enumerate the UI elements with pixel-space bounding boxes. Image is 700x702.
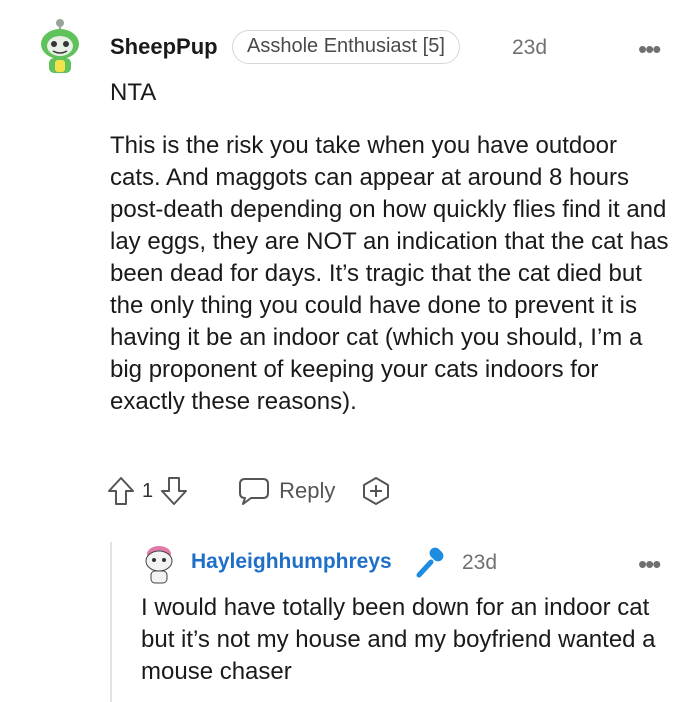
- reply-user-avatar[interactable]: [140, 544, 178, 586]
- reply-bubble-icon[interactable]: [237, 476, 271, 506]
- comment-verdict: NTA: [110, 79, 157, 106]
- reply-body: I would have totally been down for an in…: [141, 594, 656, 685]
- reply-button[interactable]: Reply: [279, 478, 335, 504]
- user-avatar[interactable]: [36, 18, 84, 76]
- downvote-arrow-icon[interactable]: [159, 475, 189, 507]
- comment-username[interactable]: SheepPup: [110, 34, 218, 60]
- thread-line[interactable]: [110, 542, 112, 702]
- comment-actions: 1 Reply: [106, 473, 391, 509]
- comment-body: This is the risk you take when you have …: [110, 132, 669, 415]
- award-plus-icon[interactable]: [361, 476, 391, 506]
- microphone-icon: [413, 545, 449, 581]
- reply-more-options-icon[interactable]: •••: [638, 549, 661, 580]
- vote-count: 1: [142, 479, 154, 502]
- upvote-arrow-icon[interactable]: [106, 475, 136, 507]
- reply-age: 23d: [462, 551, 498, 574]
- more-options-icon[interactable]: •••: [638, 34, 661, 65]
- comment-age: 23d: [512, 36, 548, 59]
- reply-username[interactable]: Hayleighhumphreys: [191, 550, 392, 574]
- user-flair: Asshole Enthusiast [5]: [232, 30, 460, 64]
